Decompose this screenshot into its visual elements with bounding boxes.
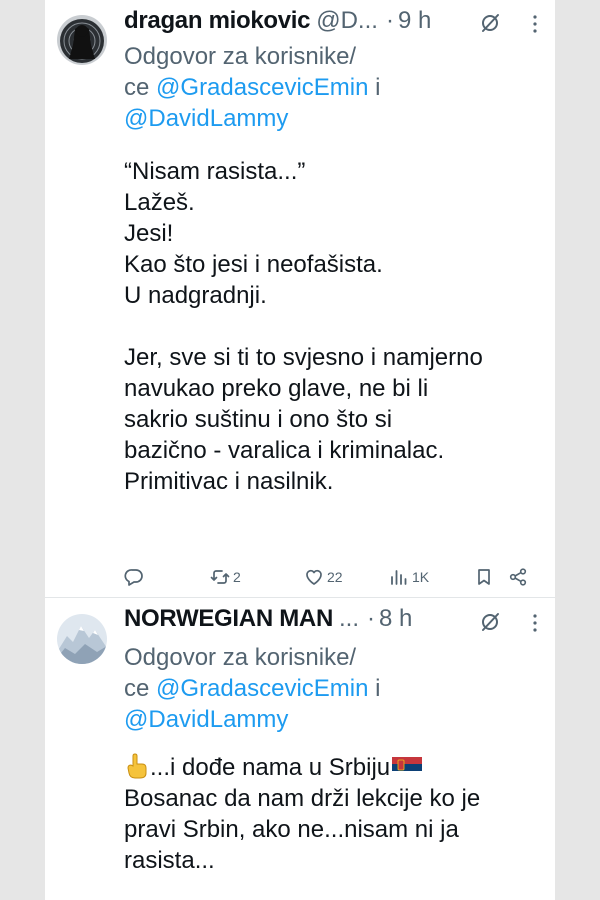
repost-icon bbox=[210, 570, 230, 584]
tweet-header: dragan miokovic @D... · 9 h bbox=[124, 7, 431, 39]
heart-icon bbox=[306, 569, 322, 585]
tweet[interactable]: dragan miokovic @D... · 9 h Odgovor za k… bbox=[45, 0, 555, 597]
reply-prefix: Odgovor za korisnike/ bbox=[124, 43, 357, 70]
avatar[interactable] bbox=[57, 15, 107, 65]
user-handle[interactable]: ... bbox=[339, 605, 359, 633]
reply-prefix: Odgovor za korisnike/ bbox=[124, 644, 357, 671]
like-count: 22 bbox=[327, 569, 343, 585]
text-line: Kao što jesi i neofašista. bbox=[124, 251, 383, 278]
text-line: Lažeš. bbox=[124, 189, 195, 216]
reply-prefix-cont: ce bbox=[124, 74, 150, 101]
conjunction: i bbox=[375, 675, 381, 702]
reply-prefix-cont: ce bbox=[124, 675, 150, 702]
timeline-panel: dragan miokovic @D... · 9 h Odgovor za k… bbox=[45, 0, 555, 900]
reply-button[interactable] bbox=[124, 565, 147, 589]
timestamp[interactable]: 8 h bbox=[379, 605, 412, 633]
text-line: Jer, sve si ti to svjesno i namjerno bbox=[124, 344, 483, 371]
text-line: pravi Srbin, ako ne...nisam ni ja bbox=[124, 816, 459, 843]
share-icon bbox=[509, 568, 527, 586]
share-button[interactable] bbox=[508, 565, 528, 589]
tweet-actions: 2 22 1K bbox=[124, 565, 555, 589]
separator-dot: · bbox=[367, 605, 375, 632]
reply-context: Odgovor za korisnike/ ce @GradascevicEmi… bbox=[124, 642, 547, 735]
reply-context: Odgovor za korisnike/ ce @GradascevicEmi… bbox=[124, 41, 547, 134]
view-count: 1K bbox=[412, 569, 430, 585]
tweet-text: “Nisam rasista...” Lažeš. Jesi! Kao što … bbox=[124, 156, 547, 497]
pointing-up-hand-icon bbox=[127, 753, 147, 779]
analytics-icon bbox=[391, 570, 407, 585]
more-options-icon[interactable] bbox=[532, 13, 538, 35]
text-line: Primitivac i nasilnik. bbox=[124, 468, 334, 495]
timestamp[interactable]: 9 h bbox=[398, 7, 431, 35]
more-options-icon[interactable] bbox=[532, 612, 538, 634]
text-line: ...i dođe nama u Srbiju bbox=[124, 752, 547, 783]
text-line: “Nisam rasista...” bbox=[124, 158, 306, 185]
display-name[interactable]: NORWEGIAN MAN bbox=[124, 605, 333, 633]
separator-dot: · bbox=[385, 7, 394, 34]
display-name[interactable]: dragan miokovic bbox=[124, 7, 311, 35]
shooting-target-icon bbox=[57, 15, 107, 65]
text-line: navukao preko glave, ne bi li bbox=[124, 375, 429, 402]
text-line: U nadgradnji. bbox=[124, 282, 267, 309]
tweet-header: NORWEGIAN MAN ... · 8 h bbox=[124, 605, 412, 637]
mountain-photo-icon bbox=[57, 614, 107, 664]
grok-icon[interactable] bbox=[479, 611, 501, 633]
repost-count: 2 bbox=[233, 569, 241, 585]
repost-button[interactable]: 2 bbox=[210, 565, 241, 589]
like-button[interactable]: 22 bbox=[304, 565, 343, 589]
text-line: bazično - varalica i kriminalac. bbox=[124, 437, 445, 464]
bookmark-icon bbox=[478, 569, 490, 585]
text-line: rasista... bbox=[124, 847, 215, 874]
mention-link[interactable]: @DavidLammy bbox=[124, 105, 288, 132]
mention-link[interactable]: @DavidLammy bbox=[124, 706, 288, 733]
bookmark-button[interactable] bbox=[474, 565, 494, 589]
reply-icon bbox=[124, 569, 143, 586]
grok-icon[interactable] bbox=[479, 12, 501, 34]
conjunction: i bbox=[375, 74, 381, 101]
mention-link[interactable]: @GradascevicEmin bbox=[156, 74, 368, 101]
avatar[interactable] bbox=[57, 614, 107, 664]
text-line: sakrio suštinu i ono što si bbox=[124, 406, 393, 433]
views-button[interactable]: 1K bbox=[389, 565, 429, 589]
mention-link[interactable]: @GradascevicEmin bbox=[156, 675, 368, 702]
text-line bbox=[124, 311, 547, 342]
text-segment: ...i dođe nama u Srbiju bbox=[150, 754, 391, 781]
text-line: Bosanac da nam drži lekcije ko je bbox=[124, 785, 481, 812]
text-line: Jesi! bbox=[124, 220, 174, 247]
serbia-flag-icon bbox=[392, 757, 423, 777]
tweet-text: ...i dođe nama u Srbiju Bosanac da nam d… bbox=[124, 752, 547, 876]
user-handle[interactable]: @D... bbox=[316, 7, 378, 35]
